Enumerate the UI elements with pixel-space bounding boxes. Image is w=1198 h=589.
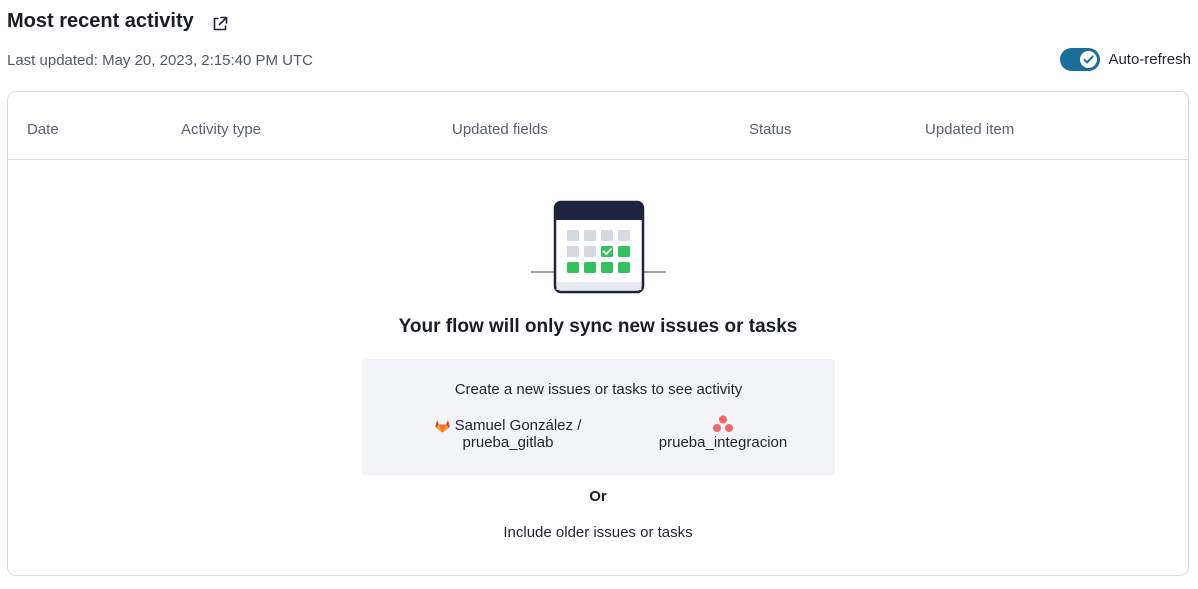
gitlab-repo-link[interactable]: Samuel González / prueba_gitlab xyxy=(430,417,586,451)
asana-project-name: prueba_integracion xyxy=(658,434,788,451)
column-header-activity-type[interactable]: Activity type xyxy=(181,121,261,138)
include-older-link[interactable]: Include older issues or tasks xyxy=(503,524,692,541)
create-activity-text: Create a new issues or tasks to see acti… xyxy=(454,381,743,398)
activity-table: Date Activity type Updated fields Status… xyxy=(7,91,1189,576)
column-header-updated-item[interactable]: Updated item xyxy=(925,121,1014,138)
check-icon xyxy=(1083,55,1095,64)
auto-refresh-toggle[interactable] xyxy=(1060,48,1101,71)
auto-refresh-control[interactable]: Auto-refresh xyxy=(1060,48,1191,71)
auto-refresh-label: Auto-refresh xyxy=(1108,51,1191,68)
gitlab-repo-name: prueba_gitlab xyxy=(462,434,554,451)
asana-icon xyxy=(713,415,733,432)
toggle-knob xyxy=(1080,51,1098,68)
gitlab-icon xyxy=(435,419,450,433)
page-header: Most recent activity xyxy=(7,10,229,33)
include-older-link-row: Include older issues or tasks xyxy=(8,524,1188,541)
asana-project-link[interactable]: prueba_integracion xyxy=(648,415,798,451)
activity-page: Most recent activity Last updated: May 2… xyxy=(0,0,1198,589)
last-updated-text: Last updated: May 20, 2023, 2:15:40 PM U… xyxy=(7,52,314,69)
create-activity-box: Create a new issues or tasks to see acti… xyxy=(362,359,835,475)
page-title: Most recent activity xyxy=(7,10,194,32)
column-header-date[interactable]: Date xyxy=(27,121,59,138)
or-divider-text: Or xyxy=(589,488,607,505)
gitlab-repo-line: Samuel González / xyxy=(430,417,586,434)
column-header-status[interactable]: Status xyxy=(749,121,792,138)
calendar-icon xyxy=(531,200,669,296)
column-header-updated-fields[interactable]: Updated fields xyxy=(452,121,548,138)
external-link-icon[interactable] xyxy=(211,15,229,33)
gitlab-repo-owner: Samuel González / xyxy=(454,417,582,434)
table-header: Date Activity type Updated fields Status… xyxy=(8,92,1188,160)
empty-state-title: Your flow will only sync new issues or t… xyxy=(398,316,798,337)
